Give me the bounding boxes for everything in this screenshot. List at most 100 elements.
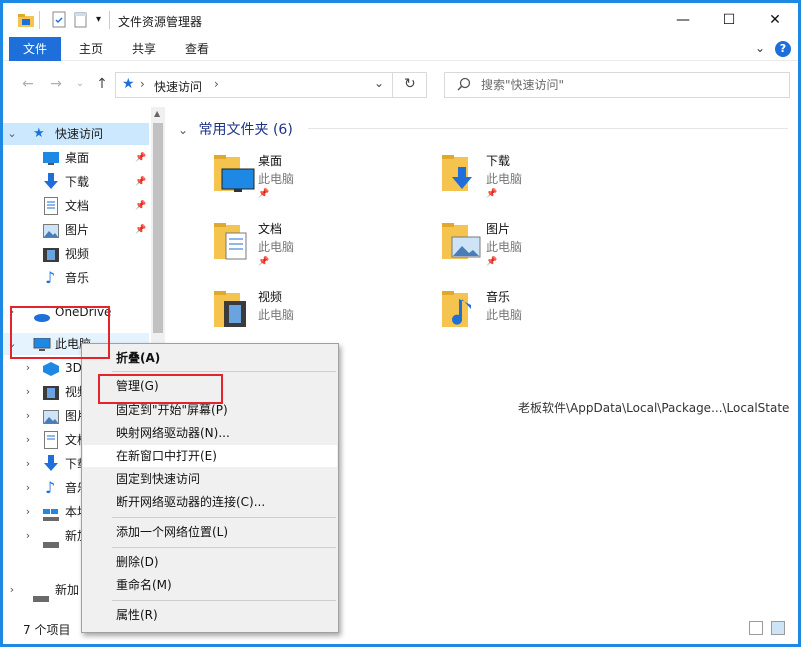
divider	[392, 73, 393, 97]
close-button[interactable]: ✕	[752, 3, 798, 37]
chevron-right-icon[interactable]: ›	[23, 501, 33, 523]
chevron-right-icon[interactable]: ›	[23, 405, 33, 427]
details-view-icon[interactable]	[749, 621, 763, 635]
chevron-right-icon[interactable]: ›	[23, 357, 33, 379]
chevron-right-icon[interactable]: ›	[23, 429, 33, 451]
divider	[109, 11, 110, 29]
music-folder-icon	[440, 287, 484, 331]
chevron-down-icon[interactable]: ⌄	[7, 123, 17, 145]
divider	[308, 128, 788, 129]
pin-icon: 📌	[135, 153, 147, 163]
forward-arrow-icon[interactable]: →	[47, 75, 65, 93]
chevron-right-icon[interactable]: ›	[23, 477, 33, 499]
menu-item-pin-quick-access[interactable]: 固定到快速访问	[83, 468, 337, 490]
menu-item-map-network-drive[interactable]: 映射网络驱动器(N)...	[83, 422, 337, 444]
tab-view[interactable]: 查看	[171, 37, 223, 61]
pin-icon: 📌	[135, 177, 147, 187]
menu-item-open-new-window[interactable]: 在新窗口中打开(E)	[83, 445, 337, 467]
divider	[39, 11, 40, 29]
picture-icon	[43, 409, 59, 431]
highlight-box-this-pc	[10, 306, 110, 359]
folder-pictures[interactable]: 图片 此电脑 📌	[440, 219, 640, 279]
chevron-down-icon[interactable]: ⌄	[178, 123, 188, 137]
nav-item-music[interactable]: ♪ 音乐	[3, 267, 149, 289]
folder-documents[interactable]: 文档 此电脑 📌	[212, 219, 412, 279]
search-box[interactable]	[444, 72, 790, 98]
back-arrow-icon[interactable]: ←	[19, 75, 37, 93]
breadcrumb-quick-access[interactable]: 快速访问	[154, 78, 202, 95]
pin-icon: 📌	[135, 225, 147, 235]
address-dropdown-icon[interactable]: ⌄	[374, 76, 384, 90]
chevron-right-icon[interactable]: ›	[7, 579, 17, 601]
breadcrumb-separator: ›	[214, 77, 219, 91]
folder-location: 此电脑	[486, 172, 523, 186]
recent-locations-icon[interactable]: ⌄	[71, 75, 89, 93]
item-count: 7 个项目	[23, 623, 71, 637]
desktop-icon	[43, 151, 59, 173]
nav-item-label: 文档	[65, 199, 90, 213]
menu-separator	[112, 371, 336, 372]
search-icon	[457, 77, 471, 94]
search-input[interactable]	[481, 77, 781, 93]
menu-item-properties[interactable]: 属性(R)	[83, 604, 337, 626]
picture-icon	[43, 223, 59, 245]
chevron-right-icon[interactable]: ›	[23, 381, 33, 403]
folder-downloads[interactable]: 下载 此电脑 📌	[440, 151, 640, 211]
nav-item-downloads[interactable]: 下载 📌	[3, 171, 149, 193]
chevron-right-icon[interactable]: ›	[23, 525, 33, 547]
properties-icon[interactable]	[51, 11, 67, 29]
folder-desktop[interactable]: 桌面 此电脑 📌	[212, 151, 412, 211]
help-icon[interactable]: ?	[775, 41, 791, 57]
group-header-frequent-folders[interactable]: ⌄ 常用文件夹 (6)	[178, 119, 788, 139]
menu-item-delete[interactable]: 删除(D)	[83, 551, 337, 573]
nav-item-label: 新加	[55, 583, 80, 597]
folder-name: 视频	[258, 290, 283, 304]
nav-item-label: 3D	[65, 361, 82, 375]
scroll-up-icon[interactable]: ▲	[154, 109, 160, 118]
folder-music[interactable]: 音乐 此电脑	[440, 287, 640, 347]
nav-item-pictures[interactable]: 图片 📌	[3, 219, 149, 241]
menu-item-disconnect-network-drive[interactable]: 断开网络驱动器的连接(C)...	[83, 491, 337, 513]
menu-item-add-network-location[interactable]: 添加一个网络位置(L)	[83, 521, 337, 543]
highlight-box-manage	[98, 374, 223, 404]
new-folder-icon[interactable]	[73, 11, 89, 29]
folder-name: 音乐	[486, 290, 511, 304]
desktop-folder-icon	[212, 151, 256, 195]
address-bar[interactable]: ★ › 快速访问 › ⌄ ↻	[115, 72, 427, 98]
minimize-button[interactable]: —	[660, 3, 706, 37]
nav-item-label: 下载	[65, 175, 90, 189]
tab-file[interactable]: 文件	[9, 37, 62, 61]
nav-item-documents[interactable]: 文档 📌	[3, 195, 149, 217]
menu-item-collapse[interactable]: 折叠(A)	[83, 347, 337, 369]
menu-item-rename[interactable]: 重命名(M)	[83, 574, 337, 596]
tab-home[interactable]: 主页	[65, 37, 117, 61]
nav-quick-access-label: 快速访问	[55, 127, 104, 141]
maximize-button[interactable]: ☐	[706, 3, 752, 37]
nav-item-videos[interactable]: 视频	[3, 243, 149, 265]
nav-item-desktop[interactable]: 桌面 📌	[3, 147, 149, 169]
up-arrow-icon[interactable]: ↑	[93, 75, 111, 93]
nav-quick-access[interactable]: ⌄ ★ 快速访问	[3, 123, 149, 145]
nav-item-label: 视频	[65, 247, 90, 261]
group-title: 常用文件夹 (6)	[198, 122, 293, 138]
chevron-right-icon[interactable]: ›	[23, 453, 33, 475]
folder-name: 桌面	[258, 154, 283, 168]
pictures-folder-icon	[440, 219, 484, 263]
scrollbar-thumb[interactable]	[153, 123, 163, 333]
music-note-icon: ♪	[45, 478, 56, 497]
explorer-window: ▾ 文件资源管理器 — ☐ ✕ 文件 主页 共享 查看 ⌄ ? ← → ⌄ ↑ …	[0, 0, 801, 647]
ribbon-expand-icon[interactable]: ⌄	[755, 41, 765, 55]
documents-folder-icon	[212, 219, 256, 263]
pin-icon: 📌	[486, 189, 498, 199]
folder-name: 图片	[486, 222, 511, 236]
refresh-icon[interactable]: ↻	[404, 76, 416, 92]
menu-separator	[112, 600, 336, 601]
title-bar: ▾ 文件资源管理器 — ☐ ✕	[3, 3, 798, 37]
drive-icon	[43, 533, 59, 555]
large-icons-view-icon[interactable]	[771, 621, 785, 635]
nav-item-label: 图片	[65, 223, 90, 237]
folder-videos[interactable]: 视频 此电脑	[212, 287, 412, 347]
customize-toolbar-icon[interactable]: ▾	[96, 11, 101, 29]
recent-file-path[interactable]: 老板软件\AppData\Local\Package...\LocalState	[518, 399, 789, 416]
tab-share[interactable]: 共享	[118, 37, 170, 61]
